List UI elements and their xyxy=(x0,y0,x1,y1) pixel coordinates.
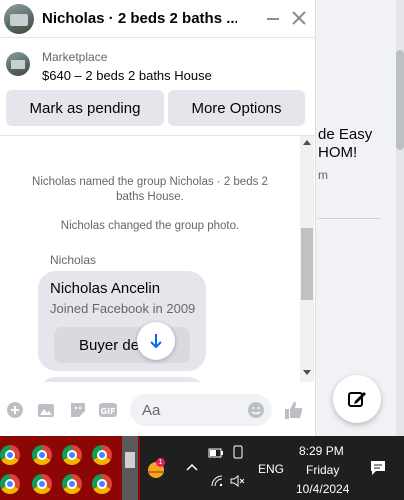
close-icon[interactable] xyxy=(291,9,307,30)
chat-header[interactable]: Nicholas · 2 beds 2 baths ... xyxy=(0,0,316,38)
screen: de Easy HOM! m Nicholas · 2 beds 2 baths… xyxy=(0,0,404,500)
chrome-app-icon[interactable] xyxy=(32,474,52,494)
background-listing-title[interactable]: de Easy HOM! xyxy=(318,126,372,162)
page-scrollbar-thumb[interactable] xyxy=(396,50,404,150)
chat-title[interactable]: Nicholas · 2 beds 2 baths ... xyxy=(42,10,237,27)
next-message-bubble xyxy=(38,377,206,382)
listing-thumbnail[interactable] xyxy=(6,52,30,76)
clock-date[interactable]: 10/4/2024 xyxy=(296,482,349,496)
svg-text:GIF: GIF xyxy=(100,407,115,416)
listing-card: Marketplace $640 – 2 beds 2 baths House … xyxy=(0,42,316,136)
volume-muted-icon[interactable] xyxy=(230,474,246,491)
message-list[interactable]: Nicholas named the group Nicholas · 2 be… xyxy=(0,136,316,382)
language-indicator[interactable]: ENG xyxy=(258,462,284,476)
chrome-app-icon[interactable] xyxy=(62,474,82,494)
scroll-to-bottom-button[interactable] xyxy=(137,322,175,360)
taskbar-apps xyxy=(0,436,140,500)
like-icon[interactable] xyxy=(284,400,304,420)
contact-card-bubble: Nicholas Ancelin Joined Facebook in 2009… xyxy=(38,271,206,371)
chrome-app-icon[interactable] xyxy=(92,445,112,465)
listing-source: Marketplace xyxy=(42,50,108,64)
background-listing-line2: HOM! xyxy=(318,144,358,161)
compose-icon xyxy=(348,392,366,407)
more-options-button[interactable]: More Options xyxy=(168,90,305,126)
background-divider xyxy=(318,218,380,219)
system-message-photo: Nicholas changed the group photo. xyxy=(60,220,240,232)
clock-time[interactable]: 8:29 PM xyxy=(299,444,344,458)
sender-name: Nicholas xyxy=(50,253,97,267)
background-listing-line1: de Easy xyxy=(318,126,373,143)
system-message-rename: Nicholas named the group Nicholas · 2 be… xyxy=(32,176,268,203)
new-message-button[interactable] xyxy=(333,375,381,423)
composer: GIF Aa xyxy=(0,386,316,434)
phone-link-icon[interactable] xyxy=(232,445,244,462)
sticker-icon[interactable] xyxy=(68,400,88,420)
taskbar-scrollbar[interactable] xyxy=(122,436,138,500)
taskbar: ENG 8:29 PM Friday 10/4/2024 xyxy=(0,436,404,500)
mark-as-pending-button[interactable]: Mark as pending xyxy=(6,90,164,126)
scrollbar-up-arrow-icon[interactable] xyxy=(303,140,311,145)
chrome-app-icon[interactable] xyxy=(92,474,112,494)
show-hidden-icons-icon[interactable] xyxy=(186,460,198,475)
plus-icon[interactable] xyxy=(5,400,25,420)
background-listing-subtitle: m xyxy=(318,168,328,182)
arrow-down-icon xyxy=(150,334,162,349)
contact-joined: Joined Facebook in 2009 xyxy=(50,301,196,316)
notifications-icon[interactable] xyxy=(370,460,386,479)
listing-title[interactable]: $640 – 2 beds 2 baths House xyxy=(42,68,212,83)
contact-name: Nicholas Ancelin xyxy=(50,280,161,297)
chat-window: Nicholas · 2 beds 2 baths ... Marketplac… xyxy=(0,0,316,436)
clock-day[interactable]: Friday xyxy=(306,463,339,477)
message-scrollbar-thumb[interactable] xyxy=(301,228,313,300)
chrome-app-icon[interactable] xyxy=(32,445,52,465)
wifi-icon[interactable] xyxy=(210,474,224,491)
gif-icon[interactable]: GIF xyxy=(98,400,118,420)
scrollbar-down-arrow-icon[interactable] xyxy=(303,370,311,375)
photo-icon[interactable] xyxy=(36,400,56,420)
chrome-app-icon[interactable] xyxy=(0,445,20,465)
emoji-icon[interactable] xyxy=(246,400,266,420)
taskbar-scrollbar-thumb[interactable] xyxy=(125,452,135,468)
chrome-app-icon[interactable] xyxy=(0,474,20,494)
battery-icon[interactable] xyxy=(208,446,224,461)
minimize-icon[interactable] xyxy=(266,9,280,30)
weather-badge: 1 xyxy=(156,458,165,467)
group-avatar[interactable] xyxy=(4,3,34,34)
chrome-app-icon[interactable] xyxy=(62,445,82,465)
